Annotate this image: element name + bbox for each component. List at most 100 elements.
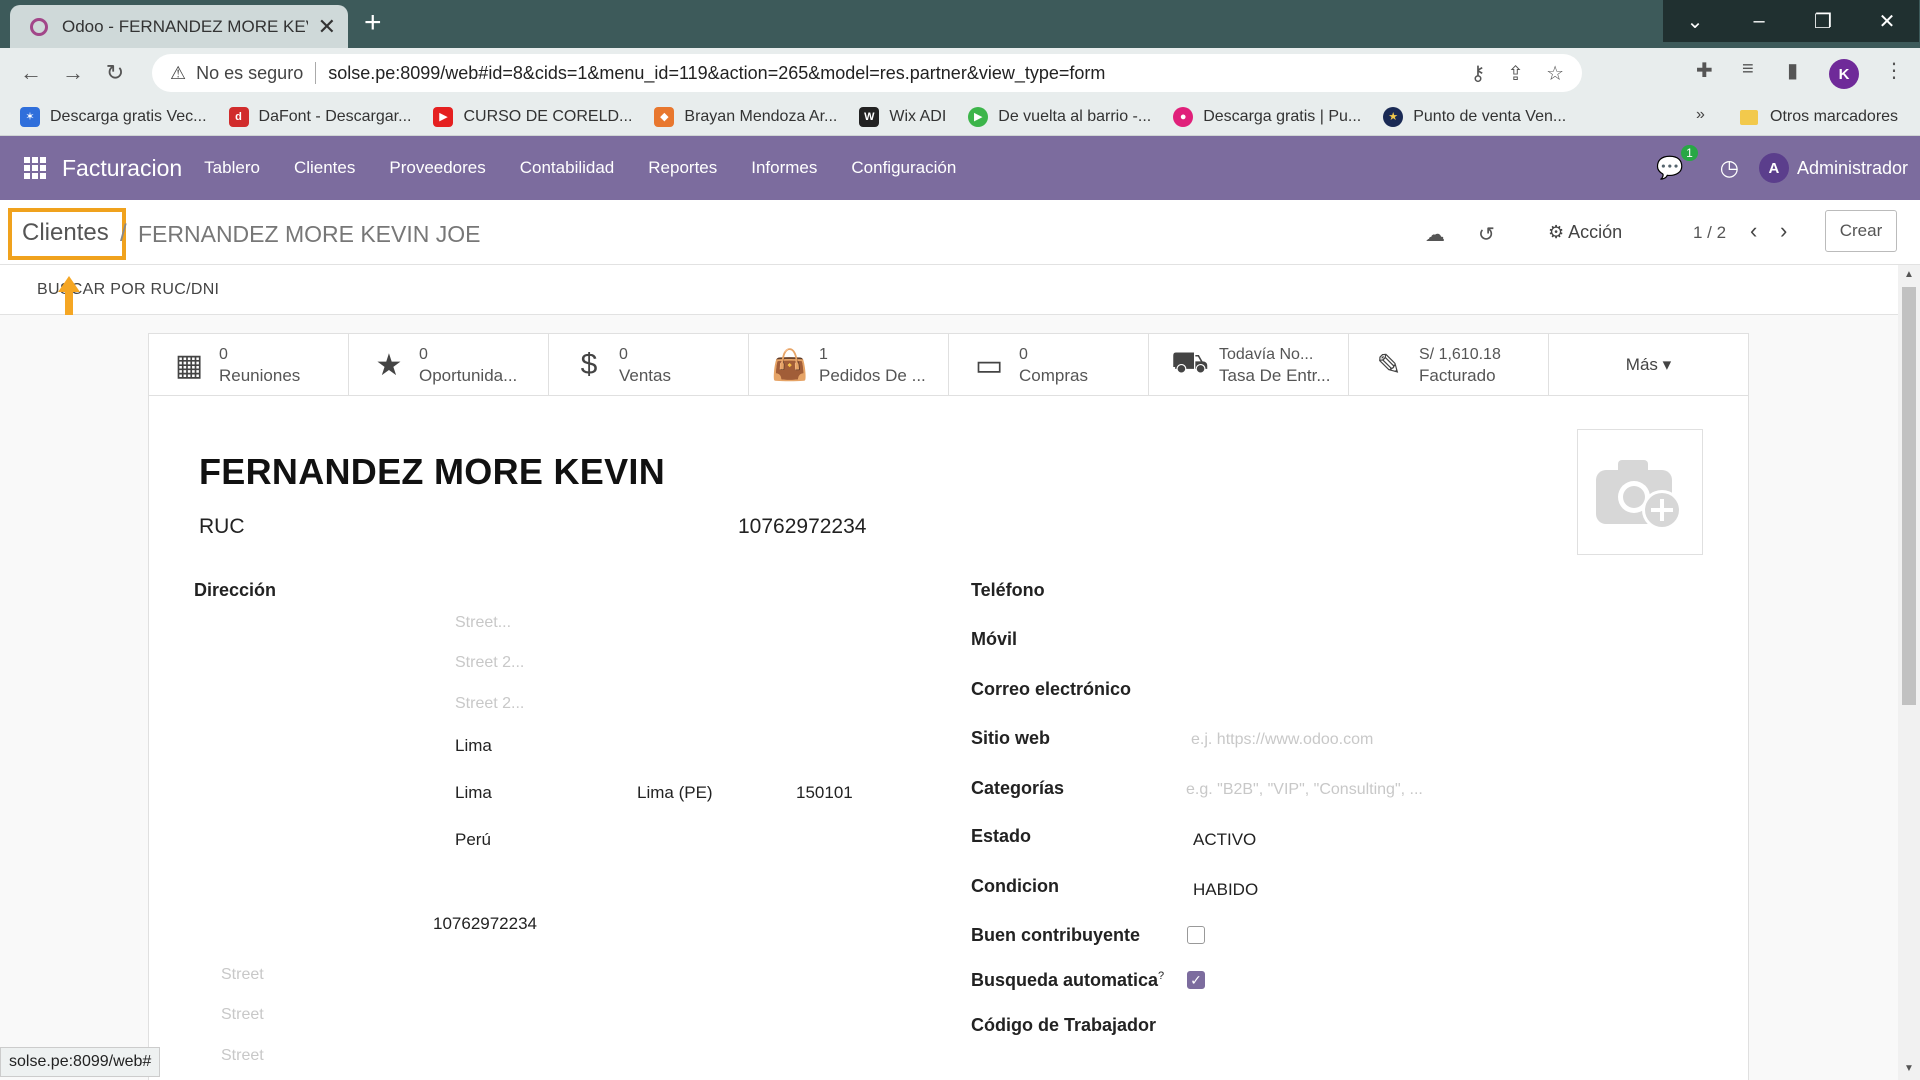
smart-button-oportunidades[interactable]: ★ 0 Oportunida... — [349, 334, 549, 396]
smart-button-ventas[interactable]: $ 0 Ventas — [549, 334, 749, 396]
user-avatar[interactable]: A — [1758, 153, 1789, 183]
share-icon[interactable]: ⇪ — [1507, 61, 1524, 86]
bookmark-label: DaFont - Descargar... — [258, 107, 412, 125]
bookmark-star-icon[interactable]: ☆ — [1546, 61, 1564, 86]
create-button[interactable]: Crear — [1825, 210, 1897, 252]
partner-image-upload[interactable] — [1577, 429, 1703, 555]
smart-button-value: S/ 1,610.18 — [1419, 346, 1501, 363]
smart-button-label: Ventas — [619, 366, 671, 385]
action-menu[interactable]: ⚙ Acción — [1548, 222, 1622, 243]
menu-tablero[interactable]: Tablero — [204, 158, 260, 178]
good-taxpayer-checkbox[interactable] — [1187, 926, 1205, 944]
app-brand[interactable]: Facturacion — [62, 155, 182, 182]
bookmark-icon: d — [228, 106, 249, 127]
country-field[interactable]: Perú — [455, 830, 491, 850]
media-icon[interactable]: ≡ — [1742, 58, 1754, 81]
help-tooltip-icon[interactable]: ? — [1158, 970, 1164, 982]
save-cloud-icon[interactable]: ☁ — [1425, 222, 1445, 247]
ruc-value[interactable]: 10762972234 — [738, 515, 866, 539]
chat-icon[interactable]: 💬 1 — [1656, 145, 1698, 181]
new-tab-button[interactable]: + — [364, 6, 382, 40]
partner-name[interactable]: FERNANDEZ MORE KEVIN — [199, 451, 665, 493]
forward-icon[interactable]: → — [52, 60, 94, 86]
url-text[interactable]: solse.pe:8099/web#id=8&cids=1&menu_id=11… — [328, 63, 1448, 84]
smart-button-pedidos[interactable]: 👜 1 Pedidos De ... — [749, 334, 949, 396]
scroll-up-icon[interactable]: ▲ — [1904, 269, 1914, 280]
reload-icon[interactable]: ↻ — [94, 60, 136, 86]
zip-field[interactable]: 150101 — [796, 783, 853, 803]
more-button[interactable]: Más ▾ — [1549, 334, 1749, 396]
auto-search-checkbox[interactable]: ✓ — [1187, 971, 1205, 989]
side-panel-icon[interactable]: ▮ — [1787, 58, 1798, 83]
scroll-down-icon[interactable]: ▼ — [1904, 1063, 1914, 1074]
back-icon[interactable]: ← — [10, 60, 52, 86]
bookmark-item[interactable]: ● Descarga gratis | Pu... — [1173, 106, 1361, 127]
smart-button-facturado[interactable]: ✎ S/ 1,610.18 Facturado — [1349, 334, 1549, 396]
breadcrumb-clientes-link[interactable]: Clientes — [22, 219, 109, 247]
menu-configuracion[interactable]: Configuración — [851, 158, 956, 178]
user-name[interactable]: Administrador — [1797, 158, 1908, 179]
close-window-icon[interactable]: ✕ — [1855, 0, 1919, 42]
street2-input[interactable]: Street 2... — [455, 654, 524, 672]
pager-next-icon[interactable]: › — [1780, 218, 1787, 244]
extra-street-input-1[interactable]: Street — [221, 966, 264, 984]
chrome-menu-icon[interactable]: ⋮ — [1884, 58, 1904, 83]
menu-clientes[interactable]: Clientes — [294, 158, 355, 178]
restore-icon[interactable]: ❐ — [1791, 0, 1855, 42]
browser-tab[interactable]: Odoo - FERNANDEZ MORE KEVI ✕ — [10, 5, 348, 48]
discard-icon[interactable]: ↺ — [1478, 222, 1495, 247]
other-bookmarks[interactable]: Otros marcadores — [1740, 98, 1898, 136]
navbar-systray: 💬 1 ◷ A Administrador — [1656, 136, 1908, 200]
truck-icon: ⛟ — [1171, 346, 1209, 379]
bookmark-item[interactable]: ▶ De vuelta al barrio -... — [968, 106, 1151, 127]
shopping-bag-icon: 👜 — [771, 348, 809, 382]
apps-menu-icon[interactable] — [24, 157, 46, 179]
website-input[interactable]: e.j. https://www.odoo.com — [1191, 731, 1373, 749]
bookmark-item[interactable]: d DaFont - Descargar... — [228, 106, 412, 127]
condition-value[interactable]: HABIDO — [1193, 880, 1258, 900]
camera-plus-icon — [1596, 460, 1682, 530]
browser-tab-strip: Odoo - FERNANDEZ MORE KEVI ✕ + ⌄ – ❐ ✕ — [0, 0, 1920, 48]
extra-street-input-3[interactable]: Street — [221, 1047, 264, 1065]
smart-button-reuniones[interactable]: ▦ 0 Reuniones — [149, 334, 349, 396]
tab-search-icon[interactable]: ⌄ — [1663, 0, 1727, 42]
minimize-icon[interactable]: – — [1727, 0, 1791, 42]
phone-label: Teléfono — [971, 580, 1045, 600]
key-icon[interactable]: ⚷ — [1471, 61, 1486, 86]
smart-button-tasa-entrega[interactable]: ⛟ Todavía No... Tasa De Entr... — [1149, 334, 1349, 396]
scrollbar-thumb[interactable] — [1902, 287, 1916, 705]
state-field[interactable]: Lima (PE) — [637, 783, 713, 803]
address-label: Dirección — [194, 580, 277, 600]
tab-close-icon[interactable]: ✕ — [318, 14, 336, 40]
menu-contabilidad[interactable]: Contabilidad — [520, 158, 615, 178]
bookmark-item[interactable]: W Wix ADI — [859, 106, 946, 127]
menu-informes[interactable]: Informes — [751, 158, 817, 178]
edit-icon: ✎ — [1376, 348, 1402, 382]
extensions-icon[interactable]: ✚ — [1696, 58, 1713, 83]
bookmark-item[interactable]: ★ Punto de venta Ven... — [1383, 106, 1566, 127]
calendar-icon: ▦ — [174, 348, 204, 382]
address-bar[interactable]: ⚠ No es seguro solse.pe:8099/web#id=8&ci… — [152, 54, 1582, 92]
pager-value[interactable]: 1 / 2 — [1693, 223, 1726, 243]
bookmark-item[interactable]: ◆ Brayan Mendoza Ar... — [654, 106, 837, 127]
more-bookmarks-icon[interactable]: » — [1696, 106, 1705, 124]
not-secure-label: No es seguro — [196, 62, 304, 83]
menu-proveedores[interactable]: Proveedores — [389, 158, 485, 178]
menu-reportes[interactable]: Reportes — [648, 158, 717, 178]
pager-previous-icon[interactable]: ‹ — [1750, 218, 1757, 244]
extra-street-input-2[interactable]: Street — [221, 1006, 264, 1024]
activity-clock-icon[interactable]: ◷ — [1720, 155, 1739, 181]
categories-input[interactable]: e.g. "B2B", "VIP", "Consulting", ... — [1186, 781, 1423, 799]
document-number-field[interactable]: 10762972234 — [433, 914, 537, 934]
profile-avatar[interactable]: K — [1829, 59, 1859, 89]
street3-input[interactable]: Street 2... — [455, 695, 524, 713]
bookmark-item[interactable]: ▶ CURSO DE CORELD... — [433, 106, 632, 127]
street-input[interactable]: Street... — [455, 614, 511, 632]
city-field[interactable]: Lima — [455, 736, 492, 756]
smart-button-compras[interactable]: ▭ 0 Compras — [949, 334, 1149, 396]
bookmark-item[interactable]: ✶ Descarga gratis Vec... — [20, 106, 207, 127]
breadcrumb-separator: / — [120, 220, 127, 247]
page-scrollbar[interactable]: ▲ ▼ — [1898, 265, 1920, 1080]
province-field[interactable]: Lima — [455, 783, 492, 803]
status-value[interactable]: ACTIVO — [1193, 830, 1256, 850]
